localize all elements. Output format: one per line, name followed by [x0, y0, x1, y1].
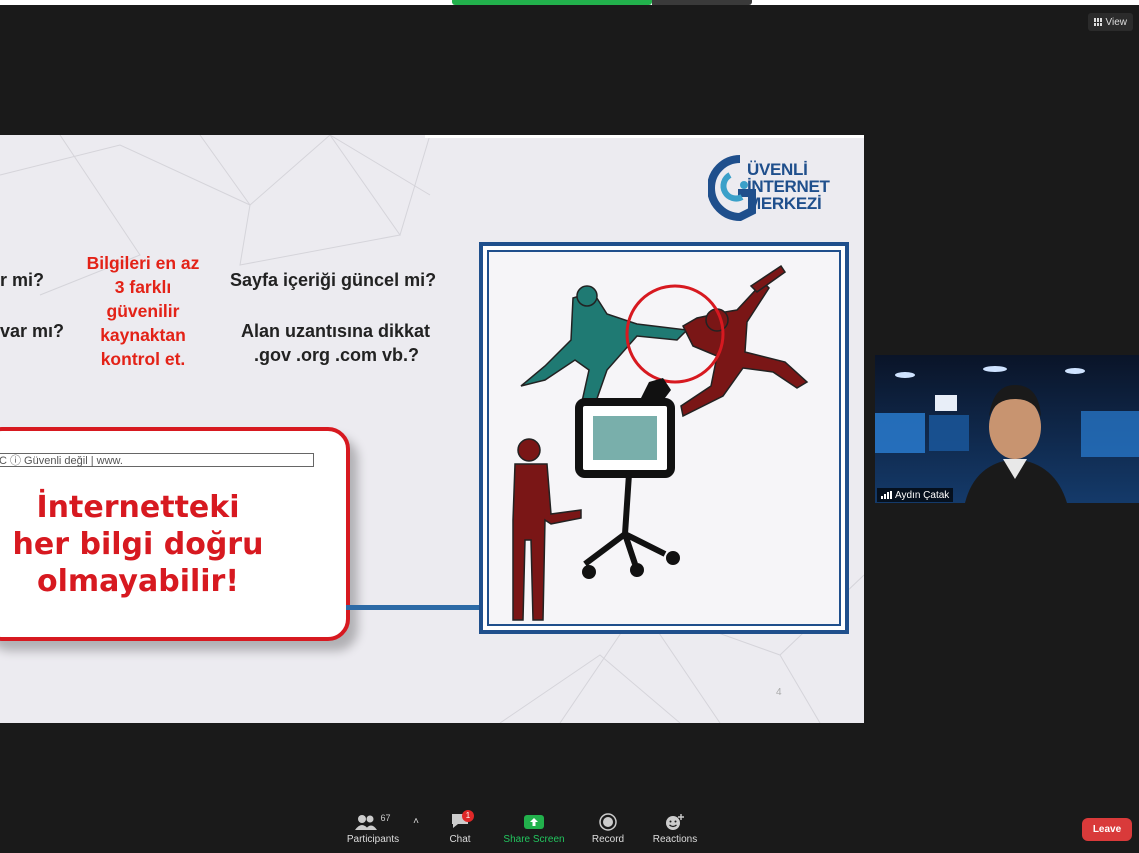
record-button[interactable]: Record: [588, 812, 628, 845]
reactions-label: Reactions: [652, 834, 698, 845]
share-screen-icon: [524, 815, 544, 829]
logo-text: ÜVENLİ İNTERNET MERKEZİ: [747, 161, 830, 212]
share-screen-label: Share Screen: [503, 834, 565, 845]
sharing-indicator[interactable]: [452, 0, 652, 5]
browser-warning-card: C ⓘ Güvenli değil | www. İnternetteki he…: [0, 427, 350, 641]
warning-line: İnternetteki: [36, 490, 240, 525]
video-feed: [875, 355, 1139, 503]
participants-icon: [355, 815, 378, 830]
fake-news-illustration: [512, 264, 809, 621]
logo-line-2: İNTERNET: [747, 177, 830, 196]
leave-button[interactable]: Leave: [1082, 818, 1132, 841]
reactions-icon: [666, 814, 684, 830]
illustration-frame: [479, 242, 849, 634]
url-bar: C ⓘ Güvenli değil | www.: [0, 453, 314, 467]
advice-line: güvenilir: [106, 301, 180, 321]
chat-icon: 1: [451, 809, 474, 832]
grid-view-icon: [1093, 18, 1102, 26]
signal-strength-icon: [881, 491, 892, 499]
record-label: Record: [591, 834, 625, 845]
connector-line: [346, 605, 482, 610]
chat-unread-badge: 1: [462, 809, 474, 822]
record-icon: [599, 813, 617, 831]
participant-name: Aydın Çatak: [895, 489, 950, 501]
view-button-label: View: [1105, 16, 1128, 28]
middle-advice: Bilgileri en az 3 farklı güvenilir kayna…: [76, 251, 210, 371]
chevron-up-icon: ˄: [413, 816, 419, 827]
left-question-2: var mı?: [0, 321, 65, 341]
warning-text: İnternetteki her bilgi doğru olmayabilir…: [0, 489, 288, 600]
meeting-toolbar: [0, 800, 1139, 853]
logo-line-3: MERKEZİ: [747, 194, 822, 213]
advice-line: 3 farklı: [114, 277, 172, 297]
logo-line-1: ÜVENLİ: [747, 160, 808, 179]
participant-name-tag: Aydın Çatak: [877, 488, 954, 502]
participants-options-caret[interactable]: ˄: [410, 816, 422, 827]
warning-line: her bilgi doğru: [12, 527, 264, 562]
participants-count: 67: [380, 813, 391, 823]
chat-label: Chat: [449, 834, 471, 845]
view-button[interactable]: View: [1087, 13, 1133, 31]
participants-button[interactable]: 67 Participants: [344, 812, 402, 845]
right-question-2-line2: .gov .org .com vb.?: [254, 345, 420, 365]
shared-screen-slide: ÜVENLİ İNTERNET MERKEZİ r mi? var mı? Bi…: [0, 135, 864, 723]
share-screen-button[interactable]: Share Screen: [500, 812, 568, 845]
sharing-indicator-stop[interactable]: [652, 0, 752, 5]
participants-label: Participants: [346, 834, 400, 845]
chat-button[interactable]: 1 Chat: [440, 809, 480, 845]
advice-line: kontrol et.: [100, 349, 186, 369]
advice-line: Bilgileri en az: [86, 253, 200, 273]
right-question-1: Sayfa içeriği güncel mi?: [230, 270, 437, 290]
left-question-1: r mi?: [0, 270, 45, 290]
advice-line: kaynaktan: [100, 325, 186, 345]
participant-video-tile[interactable]: Aydın Çatak: [875, 355, 1139, 503]
right-question-2-line1: Alan uzantısına dikkat: [241, 321, 431, 341]
slide-page-number: 4: [776, 687, 782, 698]
reactions-button[interactable]: Reactions: [648, 812, 702, 845]
warning-line: olmayabilir!: [36, 564, 240, 599]
